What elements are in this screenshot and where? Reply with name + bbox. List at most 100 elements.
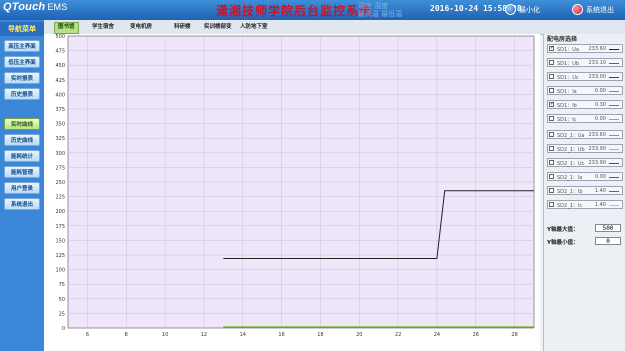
series-checkbox[interactable]	[549, 116, 554, 121]
nav-realtime-curve[interactable]: 实时曲线	[4, 118, 40, 130]
minimize-button[interactable]: 最小化	[505, 3, 540, 16]
y-tick-label: 75	[59, 282, 65, 288]
y-max-input[interactable]: 500	[595, 224, 621, 232]
series-label: SD1：Ia	[557, 89, 577, 95]
y-tick-label: 375	[55, 107, 65, 113]
series-swatch	[609, 149, 619, 150]
series-panel: 配电房选择 ✓ SD1：Ua 233.60 SD1：Ub 233.10 SD1：Uc 233…	[543, 34, 625, 351]
series-value: 233.90	[588, 160, 607, 166]
x-tick-label: 10	[162, 332, 168, 338]
series-label: SD1：Ic	[557, 117, 577, 123]
series-checkbox[interactable]: ✓	[549, 102, 554, 107]
y-tick-label: 500	[55, 34, 65, 40]
series-swatch	[609, 163, 619, 164]
series-row[interactable]: SD2_1：Ua 233.60	[547, 130, 623, 139]
y-tick-label: 125	[55, 253, 65, 259]
series-value: 233.90	[588, 146, 607, 152]
nav-history-report[interactable]: 历史报表	[4, 88, 40, 100]
series-row[interactable]: SD2_1：Ic 1.40	[547, 200, 623, 209]
nav-energy-manage[interactable]: 能耗管理	[4, 166, 40, 178]
series-value: 0.00	[594, 88, 606, 94]
series-checkbox[interactable]	[549, 60, 554, 65]
series-swatch	[609, 177, 619, 178]
series-value: 0.00	[594, 174, 606, 180]
series-checkbox[interactable]	[549, 202, 554, 207]
sidebar-heading: 导航菜单	[0, 22, 44, 36]
x-tick-label: 18	[317, 332, 323, 338]
series-label: SD2_1：Ib	[557, 189, 583, 195]
power-icon	[572, 4, 583, 15]
y-min-label: Y轴最小值：	[547, 240, 579, 246]
series-checkbox[interactable]	[549, 160, 554, 165]
nav-user-login[interactable]: 用户登录	[4, 182, 40, 194]
y-tick-label: 250	[55, 180, 65, 186]
series-swatch	[609, 135, 619, 136]
series-checkbox[interactable]	[549, 132, 554, 137]
tab-training[interactable]: 实训楼部变	[204, 22, 232, 32]
series-swatch	[609, 49, 619, 50]
series-value: 0.30	[594, 102, 606, 108]
y-tick-label: 400	[55, 92, 65, 98]
x-tick-label: 12	[201, 332, 207, 338]
series-checkbox[interactable]	[549, 174, 554, 179]
nav-history-curve[interactable]: 历史曲线	[4, 134, 40, 146]
tab-research[interactable]: 科研楼	[174, 22, 191, 32]
y-tick-label: 175	[55, 224, 65, 230]
exit-button[interactable]: 系统退出	[572, 3, 614, 16]
series-row[interactable]: SD2_1：Ib 1.40	[547, 186, 623, 195]
realtime-chart: 0 25 50 75 100 125 150 175 200 225 250 275 300 325 350…	[44, 34, 540, 351]
x-tick-label: 24	[434, 332, 440, 338]
y-tick-label: 200	[55, 209, 65, 215]
series-checkbox[interactable]	[549, 146, 554, 151]
y-tick-label: 475	[55, 49, 65, 55]
series-row[interactable]: SD1：Ic 0.00	[547, 114, 623, 123]
series-swatch	[609, 191, 619, 192]
minimize-icon	[505, 4, 516, 15]
series-swatch	[609, 105, 619, 106]
series-row[interactable]: SD1：Ia 0.00	[547, 86, 623, 95]
series-row[interactable]: ✓ SD1：Ib 0.30	[547, 100, 623, 109]
series-swatch	[609, 119, 619, 120]
series-checkbox[interactable]: ✓	[549, 46, 554, 51]
series-row[interactable]: SD1：Ub 233.10	[547, 58, 623, 67]
series-swatch	[609, 91, 619, 92]
y-tick-label: 350	[55, 122, 65, 128]
x-tick-label: 8	[125, 332, 128, 338]
series-row[interactable]: SD2_1：Uc 233.90	[547, 158, 623, 167]
series-checkbox[interactable]	[549, 88, 554, 93]
x-tick-label: 28	[511, 332, 517, 338]
x-tick-label: 16	[278, 332, 284, 338]
series-row[interactable]: ✓ SD1：Ua 233.60	[547, 44, 623, 53]
series-value: 1.40	[594, 188, 606, 194]
nav-low-voltage[interactable]: 低压主界面	[4, 56, 40, 68]
nav-system-exit[interactable]: 系统退出	[4, 198, 40, 210]
nav-energy-stats[interactable]: 能耗统计	[4, 150, 40, 162]
header-bar: QTouch EMS 潇湘技师学院后台监控系统 温度 湿度 最高温 最低温 201…	[0, 0, 625, 20]
series-label: SD2_1：Ua	[557, 133, 585, 139]
sidebar: 导航菜单 高压主界面 低压主界面 实时报表 历史报表 实时曲线 历史曲线 能耗统…	[0, 20, 44, 351]
series-label: SD2_1：Uc	[557, 161, 585, 167]
y-min-input[interactable]: 0	[595, 237, 621, 245]
series-row[interactable]: SD2_1：Ub 233.90	[547, 144, 623, 153]
nav-high-voltage[interactable]: 高压主界面	[4, 40, 40, 52]
series-row[interactable]: SD1：Uc 233.00	[547, 72, 623, 81]
series-swatch	[609, 63, 619, 64]
series-value: 233.60	[588, 132, 607, 138]
tab-library[interactable]: 图书馆	[54, 22, 79, 34]
x-tick-label: 26	[473, 332, 479, 338]
x-tick-label: 6	[86, 332, 89, 338]
tab-substation[interactable]: 变电机房	[130, 22, 152, 32]
x-tick-label: 22	[395, 332, 401, 338]
y-tick-label: 25	[59, 311, 65, 317]
nav-realtime-report[interactable]: 实时报表	[4, 72, 40, 84]
series-checkbox[interactable]	[549, 188, 554, 193]
y-tick-label: 50	[59, 297, 65, 303]
x-tick-label: 14	[240, 332, 246, 338]
y-max-label: Y轴最大值：	[547, 227, 579, 233]
tab-basement[interactable]: 人防地下室	[240, 22, 268, 32]
tab-dormitory[interactable]: 学生宿舍	[92, 22, 114, 32]
series-label: SD1：Uc	[557, 75, 579, 81]
x-tick-label: 20	[356, 332, 362, 338]
series-checkbox[interactable]	[549, 74, 554, 79]
series-row[interactable]: SD2_1：Ia 0.00	[547, 172, 623, 181]
